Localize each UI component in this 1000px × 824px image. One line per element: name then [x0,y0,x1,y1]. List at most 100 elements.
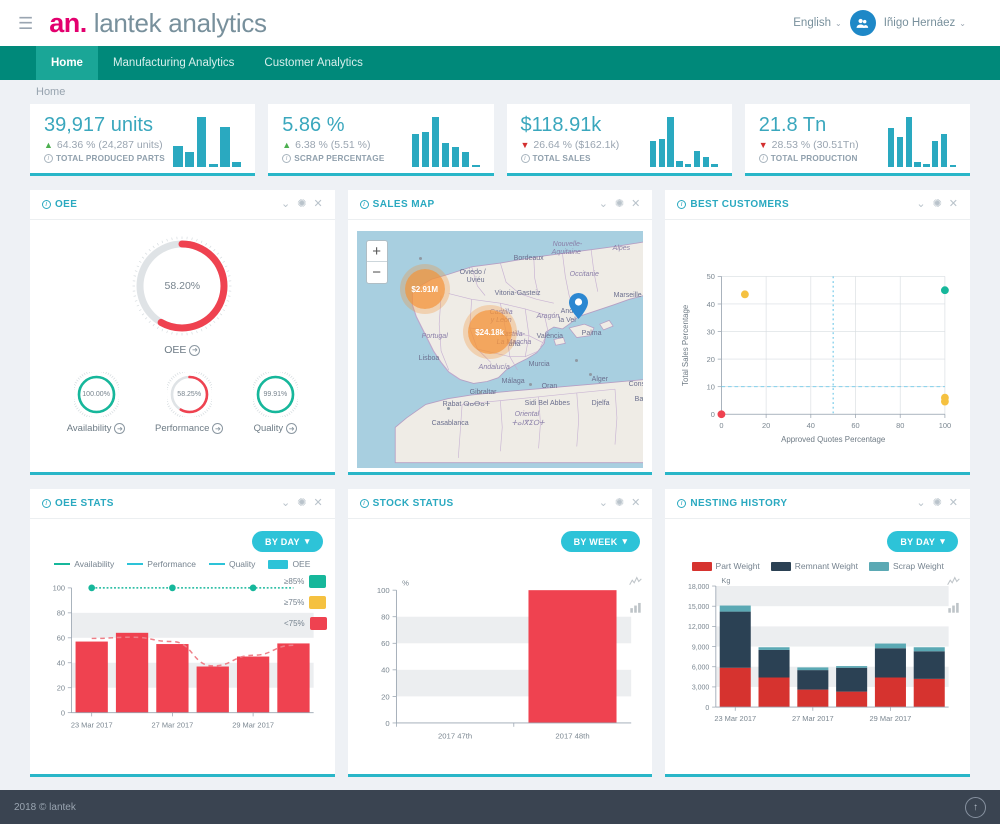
svg-text:60: 60 [57,634,65,643]
sparkline-bar [220,127,230,167]
svg-text:20: 20 [707,355,715,364]
map-place-label: Bordeaux [513,255,544,262]
drilldown-icon[interactable]: ➜ [212,423,224,434]
collapse-icon[interactable]: ⌄ [916,498,925,509]
gauge-availability: 100.00% [71,369,122,420]
close-icon[interactable]: ✕ [313,199,322,210]
panel-title: i STOCK STATUS [359,498,454,509]
threshold-item-low: <75% [284,617,327,630]
legend-item-oee[interactable]: OEE [268,559,310,569]
legend-item-performance[interactable]: Performance [127,559,196,569]
gauge-item-performance[interactable]: 58.25% Performance ➜ [155,369,224,434]
tab-home[interactable]: Home [36,46,98,80]
legend-swatch [770,561,791,571]
tab-customer-analytics[interactable]: Customer Analytics [249,46,377,80]
nesting-history-body: BY DAY ▾ Part Weight Remnant Weight Scra… [665,519,970,774]
gauge-item-quality[interactable]: 99.91% Quality ➜ [250,369,301,434]
svg-text:27 Mar 2017: 27 Mar 2017 [792,714,834,723]
map-bubble-sales[interactable]: $2.91M [404,269,445,309]
period-selector-by-week[interactable]: BY WEEK ▾ [560,531,641,552]
svg-text:0: 0 [720,421,724,430]
sparkline-bar [208,164,218,167]
breadcrumb-home[interactable]: Home [36,86,65,98]
scroll-to-top-button[interactable]: ↑ [965,796,986,818]
panel-header: i SALES MAP ⌄ ✺ ✕ [347,190,653,220]
nesting-history-bar-chart[interactable]: Kg 0 3,000 6,000 9,000 12,000 15,000 18,000 23 M… [673,573,962,737]
map-place-label: ⵜⴰⵏⴳⵉⵔⵜ [511,420,545,427]
kpi-label-text: SCRAP PERCENTAGE [294,154,385,163]
best-customers-scatter-chart[interactable]: 0 10 20 30 40 50 0 20 40 60 80 100 Approved Quotes P… [673,228,962,461]
close-icon[interactable]: ✕ [631,199,640,210]
info-icon: i [758,154,768,163]
kpi-delta: ▼ 26.64 % ($162.1k) [521,139,650,151]
kpi-card-total-production[interactable]: 21.8 Tn ▼ 28.53 % (30.51Tn) i TOTAL PROD… [744,104,970,176]
line-chart-icon[interactable] [629,575,643,593]
legend-item-availability[interactable]: Availability [54,559,114,569]
kpi-card-total-sales[interactable]: $118.91k ▼ 26.64 % ($162.1k) i TOTAL SAL… [506,104,732,176]
close-icon[interactable]: ✕ [313,498,322,509]
gauge-item-availability[interactable]: 100.00% Availability ➜ [67,369,126,434]
bar-chart-icon[interactable] [947,601,960,619]
panel-title-text: BEST CUSTOMERS [690,199,790,210]
panel-nesting-history: i NESTING HISTORY ⌄ ✺ ✕ BY DAY ▾ Part We… [665,489,971,777]
stock-status-bar-chart[interactable]: % 0 20 40 60 80 100 2017 47th 2017 48th [356,569,645,761]
period-selector-by-day[interactable]: BY DAY ▾ [252,531,323,552]
wrench-icon[interactable]: ✺ [297,498,306,509]
map-pin-icon[interactable] [568,293,588,319]
drilldown-icon[interactable]: ➜ [189,344,201,356]
kpi-delta: ▲ 6.38 % (5.51 %) [282,139,411,151]
wrench-icon[interactable]: ✺ [615,498,624,509]
close-icon[interactable]: ✕ [949,498,958,509]
zoom-out-button[interactable]: − [367,262,387,283]
gauge-oee[interactable]: 58.20% [130,234,234,338]
line-chart-icon[interactable] [947,575,960,593]
threshold-swatch [309,617,327,630]
legend-item-remnant-weight[interactable]: Remnant Weight [770,561,858,571]
close-icon[interactable]: ✕ [631,498,640,509]
legend-label: Quality [228,559,256,569]
drilldown-icon[interactable]: ➜ [114,423,126,434]
map-place-label: Uviéu [466,277,485,284]
collapse-icon[interactable]: ⌄ [599,199,608,210]
collapse-icon[interactable]: ⌄ [916,199,925,210]
sparkline-bar [196,116,206,167]
kpi-card-scrap-percentage[interactable]: 5.86 % ▲ 6.38 % (5.51 %) i SCRAP PERCENT… [268,104,494,176]
legend-swatch [208,563,225,565]
tab-manufacturing-analytics[interactable]: Manufacturing Analytics [98,46,249,80]
wrench-icon[interactable]: ✺ [297,199,306,210]
brand-logo[interactable]: an. lantek analytics [49,8,267,39]
legend-item-scrap-weight[interactable]: Scrap Weight [868,561,944,571]
hamburger-icon[interactable]: ☰ [14,13,37,34]
kpi-delta-text: 6.38 % (5.51 %) [295,139,371,151]
legend-item-quality[interactable]: Quality [208,559,256,569]
wrench-icon[interactable]: ✺ [615,199,624,210]
period-selector-by-day[interactable]: BY DAY ▾ [887,531,959,552]
avatar[interactable] [849,10,876,36]
zoom-in-button[interactable]: + [366,241,387,262]
info-icon: i [359,499,369,508]
collapse-icon[interactable]: ⌄ [599,498,608,509]
drilldown-icon[interactable]: ➜ [286,423,298,434]
bar-chart-icon[interactable] [629,601,642,619]
oee-threshold-legend: ≥85% ≥75% <75% [284,575,327,630]
wrench-icon[interactable]: ✺ [933,498,942,509]
top-bar-right: English ⌄ Iñigo Hernáez ⌄ [793,10,986,36]
language-selector[interactable]: English ⌄ [793,17,841,29]
stock-status-body: BY WEEK ▾ % 0 20 40 60 80 100 2017 47th 2017 48t… [348,519,653,774]
user-menu[interactable]: Iñigo Hernáez ⌄ [884,17,966,29]
map-place-label: Oran [541,383,558,390]
kpi-card-total-produced-parts[interactable]: 39,917 units ▲ 64.36 % (24,287 units) i … [30,104,256,176]
map-canvas[interactable]: + − Bordeaux Nouvelle- Aquitaine Alpes Ovied… [356,231,644,468]
legend-item-part-weight[interactable]: Part Weight [691,561,760,571]
user-icon [856,18,869,28]
map-bubble-sales[interactable]: $24.18k [467,310,512,354]
svg-text:60: 60 [852,421,860,430]
legend-label: Scrap Weight [892,561,944,571]
wrench-icon[interactable]: ✺ [933,199,942,210]
arrow-down-icon: ▼ [520,140,530,150]
close-icon[interactable]: ✕ [949,199,958,210]
collapse-icon[interactable]: ⌄ [281,199,290,210]
line-chart-glyph [629,576,643,586]
collapse-icon[interactable]: ⌄ [281,498,290,509]
kpi-delta-text: 26.64 % ($162.1k) [533,139,620,151]
